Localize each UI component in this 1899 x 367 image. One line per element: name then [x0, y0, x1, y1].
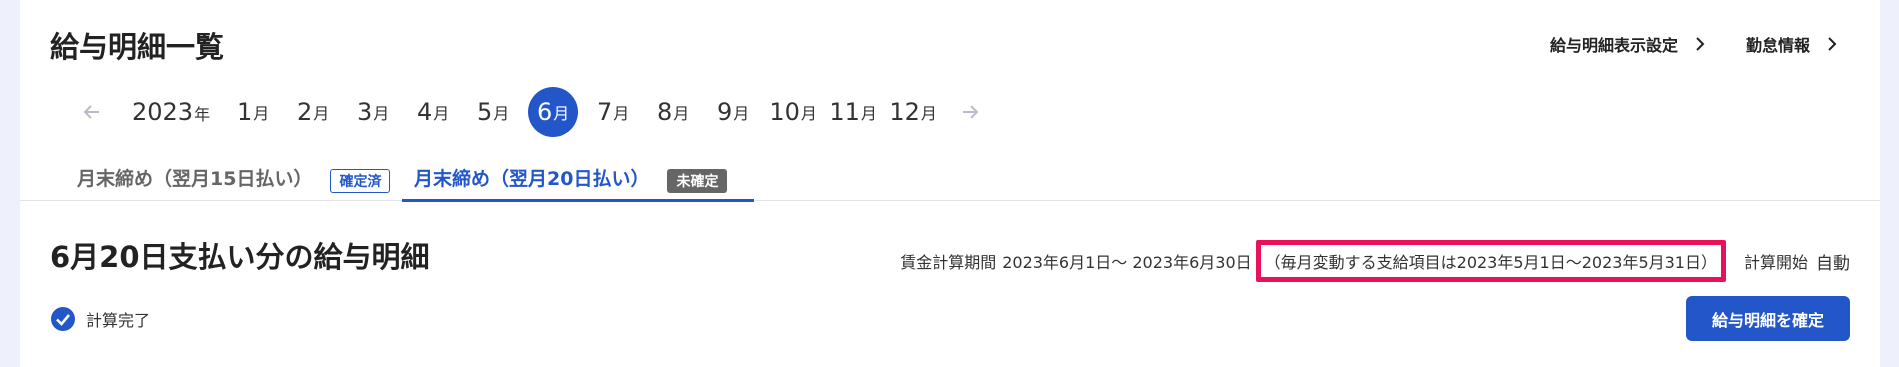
period-label: 賃金計算期間: [900, 253, 997, 272]
period-range: 2023年6月1日～ 2023年6月30日: [1002, 253, 1252, 272]
calc-start-value: 自動: [1816, 253, 1850, 274]
confirm-payslip-button[interactable]: 給与明細を確定: [1686, 296, 1850, 341]
month-unit: 月: [373, 104, 390, 123]
main-panel: 給与明細一覧 給与明細表示設定 勤怠情報 2023年 1月 2月 3月 4月 5…: [20, 0, 1880, 367]
period-info: 賃金計算期間 2023年6月1日～ 2023年6月30日 （毎月変動する支給項目…: [900, 240, 1850, 282]
month-number: 2: [296, 98, 313, 126]
month-3[interactable]: 3月: [348, 87, 398, 137]
month-number: 12: [889, 98, 920, 126]
month-navigator: 2023年 1月 2月 3月 4月 5月 6月 7月 8月 9月 10 月 11 月…: [70, 86, 992, 138]
payroll-tabs: 月末締め（翌月15日払い） 確定済 月末締め（翌月20日払い） 未確定: [20, 160, 1880, 202]
variable-items-period-note: （毎月変動する支給項目は2023年5月1日～2023年5月31日）: [1255, 240, 1726, 282]
next-year-button[interactable]: [948, 90, 992, 134]
header-links: 給与明細表示設定 勤怠情報: [1550, 32, 1840, 56]
month-number: 10: [769, 98, 800, 126]
year-label: 2023年: [132, 98, 210, 126]
tab-month-end-20th[interactable]: 月末締め（翌月20日払い） 未確定: [402, 164, 754, 202]
check-circle-icon: [51, 307, 75, 331]
arrow-right-icon: [963, 105, 979, 119]
month-number: 8: [656, 98, 673, 126]
month-unit: 月: [920, 104, 937, 123]
month-11[interactable]: 11 月: [828, 87, 878, 137]
status-badge-confirmed: 確定済: [330, 169, 391, 193]
month-unit: 月: [433, 104, 450, 123]
month-number: 1: [236, 98, 253, 126]
month-unit: 月: [800, 104, 817, 123]
tab-label: 月末締め（翌月15日払い）: [77, 168, 313, 190]
payslip-title: 6月20日支払い分の給与明細: [50, 240, 430, 274]
month-2[interactable]: 2月: [288, 87, 338, 137]
month-9[interactable]: 9月: [708, 87, 758, 137]
month-unit: 月: [613, 104, 630, 123]
month-1[interactable]: 1月: [228, 87, 278, 137]
month-unit: 月: [733, 104, 750, 123]
tab-label: 月末締め（翌月20日払い）: [414, 168, 650, 190]
month-8[interactable]: 8月: [648, 87, 698, 137]
chevron-right-icon: [1828, 37, 1837, 51]
year-value: 2023: [132, 98, 194, 126]
payslip-display-settings-link[interactable]: 給与明細表示設定: [1550, 32, 1708, 56]
month-number: 4: [416, 98, 433, 126]
month-4[interactable]: 4月: [408, 87, 458, 137]
month-12[interactable]: 12 月: [888, 87, 938, 137]
calc-status-text: 計算完了: [86, 311, 151, 330]
month-number: 6: [536, 98, 553, 126]
month-7[interactable]: 7月: [588, 87, 638, 137]
month-6-selected[interactable]: 6月: [528, 87, 579, 137]
attendance-info-label: 勤怠情報: [1745, 36, 1810, 55]
month-unit: 月: [253, 104, 270, 123]
arrow-left-icon: [83, 105, 99, 119]
calc-start-label: 計算開始: [1743, 253, 1808, 272]
payslip-display-settings-label: 給与明細表示設定: [1549, 36, 1678, 55]
tab-month-end-15th[interactable]: 月末締め（翌月15日払い） 確定済: [65, 164, 391, 199]
prev-year-button[interactable]: [70, 90, 114, 134]
month-5[interactable]: 5月: [468, 87, 518, 137]
month-number: 7: [596, 98, 613, 126]
month-number: 11: [829, 98, 860, 126]
chevron-right-icon: [1696, 37, 1705, 51]
month-number: 3: [356, 98, 373, 126]
month-unit: 月: [553, 104, 570, 123]
year-unit: 年: [194, 105, 211, 124]
month-unit: 月: [860, 104, 877, 123]
month-unit: 月: [673, 104, 690, 123]
month-number: 5: [476, 98, 493, 126]
attendance-info-link[interactable]: 勤怠情報: [1746, 32, 1840, 56]
status-badge-unconfirmed: 未確定: [667, 169, 728, 193]
calc-status: 計算完了: [50, 306, 150, 332]
month-unit: 月: [493, 104, 510, 123]
month-unit: 月: [313, 104, 330, 123]
month-10[interactable]: 10 月: [768, 87, 818, 137]
month-number: 9: [716, 98, 733, 126]
page-title: 給与明細一覧: [50, 30, 225, 64]
